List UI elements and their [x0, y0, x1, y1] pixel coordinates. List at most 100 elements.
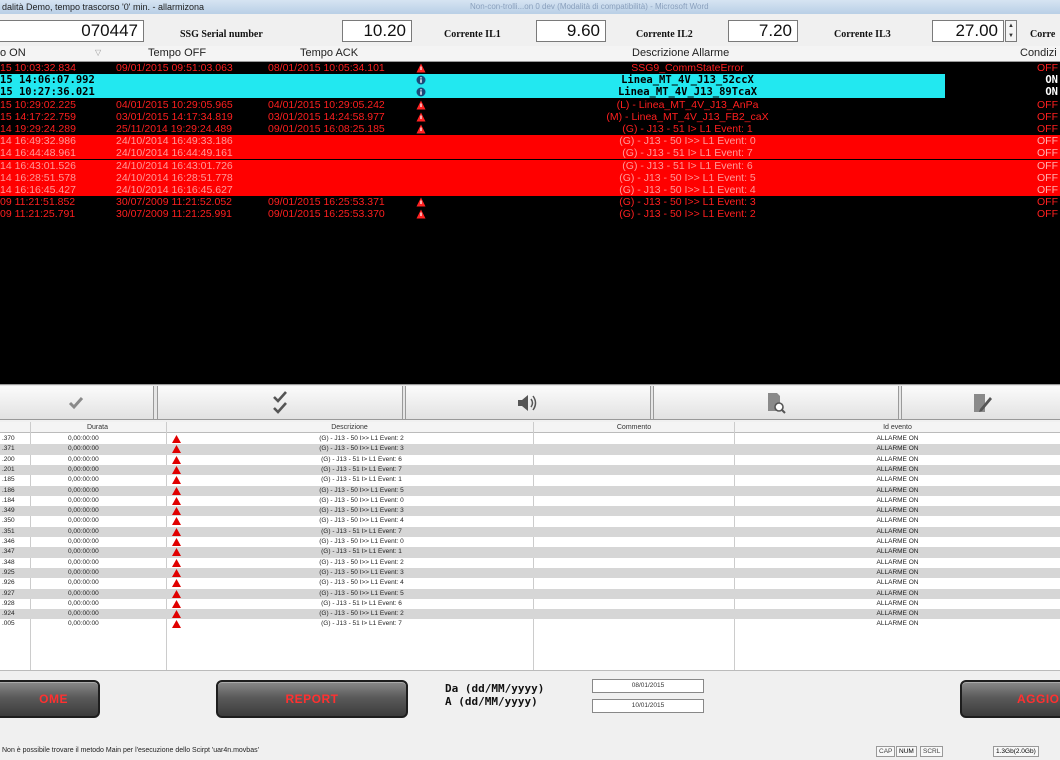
event-row[interactable]: .347 0,00:00:00 (G) - J13 - 51 I> L1 Event… [0, 547, 1060, 558]
event-time: .184 [2, 496, 15, 504]
column-event-description[interactable]: Descrizione [166, 422, 533, 433]
window-title: dalità Demo, tempo trascorso '0' min. - … [2, 2, 205, 12]
to-date-field[interactable]: 10/01/2015 [592, 699, 704, 713]
measurements-bar: 070447 SSG Serial number 10.20 Corrente … [0, 15, 1060, 45]
event-id: ALLARME ON [876, 517, 919, 525]
alarm-bell-icon [172, 610, 181, 619]
event-row[interactable]: .925 0,00:00:00 (G) - J13 - 50 I>> L1 Even… [0, 567, 1060, 579]
event-row[interactable]: .924 0,00:00:00 (G) - J13 - 50 I>> L1 Even… [0, 609, 1060, 620]
alarm-bell-icon [172, 445, 181, 454]
alarm-row[interactable]: 15 14:06:07.992 Linea_MT_4V_J13_52ccX ON [0, 74, 1060, 87]
event-time: .928 [2, 599, 15, 607]
status-message: Non è possibile trovare il metodo Main p… [2, 747, 259, 754]
alarm-time-off: 30/07/2009 11:21:25.991 [116, 208, 232, 221]
column-duration[interactable]: Durata [30, 422, 165, 433]
current-il1-field[interactable]: 10.20 [342, 20, 412, 42]
alarm-row[interactable]: 14 16:28:51.578 24/10/2014 16:28:51.778 (G… [0, 171, 1060, 184]
alarm-row[interactable]: 15 14:17:22.759 03/01/2015 14:17:34.819 03… [0, 110, 1060, 123]
column-time-off[interactable]: Tempo OFF [148, 47, 206, 59]
event-time: .351 [2, 527, 15, 535]
event-id: ALLARME ON [876, 507, 919, 515]
event-row[interactable]: .926 0,00:00:00 (G) - J13 - 50 I>> L1 Even… [0, 578, 1060, 588]
serial-number-field[interactable]: 070447 [0, 20, 144, 42]
event-time: .348 [2, 558, 15, 566]
event-row[interactable]: .348 0,00:00:00 (G) - J13 - 50 I>> L1 Even… [0, 558, 1060, 568]
ack-button[interactable] [0, 386, 154, 419]
event-description: (G) - J13 - 50 I>> L1 Event: 5 [319, 589, 404, 597]
alarm-condition: OFF [1037, 123, 1058, 135]
threshold-spinner[interactable]: ▲ ▼ [1005, 20, 1017, 42]
column-comment[interactable]: Commento [534, 422, 734, 433]
alarm-row[interactable]: 15 10:29:02.225 04/01/2015 10:29:05.965 04… [0, 98, 1060, 111]
alarm-bell-icon [172, 435, 181, 443]
current-il2-field[interactable]: 9.60 [536, 20, 606, 42]
update-button[interactable]: AGGIO [960, 680, 1060, 718]
alarm-time-off: 03/01/2015 14:17:34.819 [116, 110, 233, 123]
alarm-bell-icon [172, 455, 181, 464]
column-time-ack[interactable]: Tempo ACK [300, 47, 358, 59]
event-row[interactable]: .201 0,00:00:00 (G) - J13 - 51 I> L1 Event… [0, 464, 1060, 476]
event-id: ALLARME ON [876, 445, 919, 453]
silence-button[interactable] [405, 386, 651, 419]
event-id: ALLARME ON [876, 548, 919, 556]
event-row[interactable]: .349 0,00:00:00 (G) - J13 - 50 I>> L1 Even… [0, 506, 1060, 517]
alarm-bell-icon [172, 599, 181, 608]
alarm-time-off: 24/10/2014 16:43:01.726 [116, 159, 233, 172]
event-row[interactable]: .200 0,00:00:00 (G) - J13 - 51 I> L1 Event… [0, 455, 1060, 465]
alarm-row[interactable]: 14 16:16:45.427 24/10/2014 16:16:45.627 (G… [0, 184, 1060, 196]
event-row[interactable]: .005 0,00:00:00 (G) - J13 - 51 I> L1 Event… [0, 619, 1060, 629]
report-button[interactable]: REPORT [216, 680, 408, 718]
event-description: (G) - J13 - 50 I>> L1 Event: 2 [319, 610, 404, 618]
current-il3-field[interactable]: 7.20 [728, 20, 798, 42]
alarm-row[interactable]: 14 16:49:32.986 24/10/2014 16:49:33.186 (G… [0, 135, 1060, 148]
title-bar[interactable]: dalità Demo, tempo trascorso '0' min. - … [0, 0, 1060, 14]
event-id: ALLARME ON [876, 558, 919, 566]
alarm-row[interactable]: 15 10:27:36.021 Linea_MT_4V_J13_89TcaX ON [0, 86, 1060, 99]
event-row[interactable]: .185 0,00:00:00 (G) - J13 - 51 I> L1 Event… [0, 475, 1060, 485]
alarm-condition: OFF [1037, 98, 1058, 111]
num-lock-indicator: NUM [896, 746, 917, 757]
alarm-time-on: 14 16:43:01.526 [0, 159, 76, 172]
alarm-condition: ON [945, 86, 1060, 99]
alarm-row[interactable]: 09 11:21:25.791 30/07/2009 11:21:25.991 09… [0, 208, 1060, 221]
event-row[interactable]: .351 0,00:00:00 (G) - J13 - 51 I> L1 Event… [0, 526, 1060, 537]
event-id: ALLARME ON [876, 620, 919, 628]
event-row[interactable]: .186 0,00:00:00 (G) - J13 - 50 I>> L1 Even… [0, 485, 1060, 496]
event-row[interactable]: .370 0,00:00:00 (G) - J13 - 50 I>> L1 Even… [0, 434, 1060, 444]
alarm-condition: OFF [1037, 62, 1058, 74]
alarm-row[interactable]: 14 16:44:48.961 24/10/2014 16:44:49.161 (G… [0, 147, 1060, 160]
alarm-bell-icon [416, 63, 426, 73]
alarm-time-off: 25/11/2014 19:29:24.489 [116, 123, 232, 135]
alarm-bell-icon [172, 517, 181, 526]
event-row[interactable]: .184 0,00:00:00 (G) - J13 - 50 I>> L1 Even… [0, 496, 1060, 506]
event-row[interactable]: .350 0,00:00:00 (G) - J13 - 50 I>> L1 Even… [0, 516, 1060, 526]
event-row[interactable]: .346 0,00:00:00 (G) - J13 - 50 I>> L1 Even… [0, 537, 1060, 547]
event-id: ALLARME ON [876, 496, 919, 504]
home-button[interactable]: OME [0, 680, 100, 718]
from-date-field[interactable]: 08/01/2015 [592, 679, 704, 693]
alarm-time-on: 09 11:21:51.852 [0, 196, 76, 209]
column-condition[interactable]: Condizi [1020, 47, 1057, 59]
event-log-table: Durata Descrizione Commento Id evento .3… [0, 422, 1060, 670]
preview-button[interactable] [653, 386, 899, 419]
event-id: ALLARME ON [876, 435, 919, 442]
column-event-id[interactable]: Id evento [735, 422, 1060, 433]
alarm-row[interactable]: 14 19:29:24.289 25/11/2014 19:29:24.489 09… [0, 123, 1060, 135]
alarm-bell-icon [172, 558, 181, 567]
event-row[interactable]: .928 0,00:00:00 (G) - J13 - 51 I> L1 Event… [0, 599, 1060, 609]
ack-all-button[interactable] [157, 386, 403, 419]
alarm-time-on: 14 16:44:48.961 [0, 147, 76, 160]
threshold-field[interactable]: 27.00 [932, 20, 1004, 42]
event-time: .925 [2, 568, 15, 576]
alarm-row[interactable]: 09 11:21:51.852 30/07/2009 11:21:52.052 09… [0, 196, 1060, 209]
event-description: (G) - J13 - 51 I> L1 Event: 6 [321, 455, 402, 463]
event-time: .200 [2, 455, 15, 463]
event-row[interactable]: .927 0,00:00:00 (G) - J13 - 50 I>> L1 Even… [0, 588, 1060, 599]
alarm-row[interactable]: 15 10:03:32.834 09/01/2015 09:51:03.063 08… [0, 62, 1060, 74]
column-time-on[interactable]: o ON [0, 47, 26, 59]
column-description[interactable]: Descrizione Allarme [632, 47, 729, 59]
comment-button[interactable] [901, 386, 1060, 419]
alarm-bell-icon [172, 507, 181, 516]
event-row[interactable]: .371 0,00:00:00 (G) - J13 - 50 I>> L1 Even… [0, 444, 1060, 455]
alarm-row[interactable]: 14 16:43:01.526 24/10/2014 16:43:01.726 (G… [0, 159, 1060, 172]
